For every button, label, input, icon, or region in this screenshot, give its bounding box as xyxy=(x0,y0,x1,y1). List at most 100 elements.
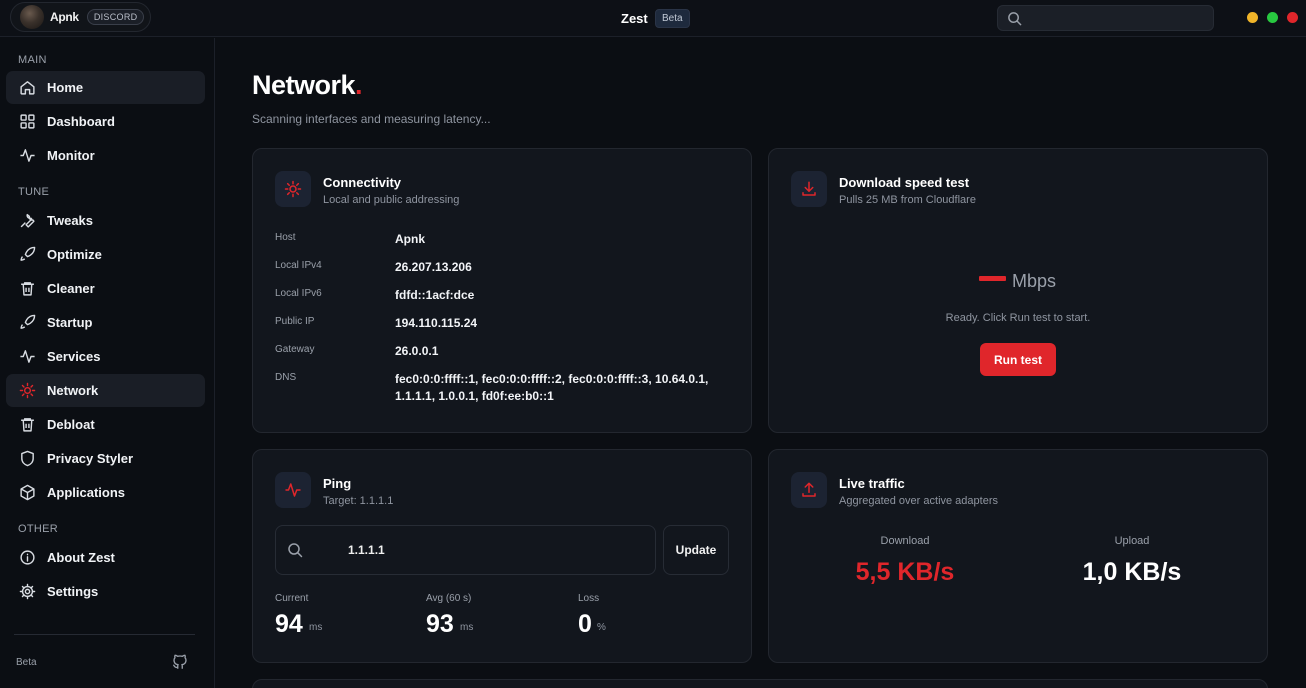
sidebar-item-label: Applications xyxy=(47,485,126,500)
sidebar-item-network[interactable]: Network xyxy=(6,374,205,407)
speed-unit: Mbps xyxy=(1012,271,1057,291)
sidebar-item-dashboard[interactable]: Dashboard xyxy=(6,105,205,138)
current-unit: ms xyxy=(309,622,323,633)
sidebar-item-settings[interactable]: Settings xyxy=(6,575,205,608)
section-label-main: MAIN xyxy=(18,54,47,66)
discord-badge[interactable]: DISCORD xyxy=(86,9,145,25)
download-value: 5,5 KB/s xyxy=(855,558,955,586)
sidebar-item-label: Optimize xyxy=(47,247,102,262)
avg-value: 93 xyxy=(426,610,454,638)
github-icon[interactable] xyxy=(171,653,189,676)
search-icon xyxy=(1007,11,1022,31)
connectivity-card: Connectivity Local and public addressing… xyxy=(252,148,752,433)
gear-icon xyxy=(18,583,36,601)
pulse-icon xyxy=(18,348,36,366)
grid-icon xyxy=(18,113,36,131)
beta-badge: Beta xyxy=(655,9,690,28)
sidebar-item-label: Tweaks xyxy=(47,213,94,228)
dns-value: fec0:0:0:ffff::1, fec0:0:0:ffff::2, fec0… xyxy=(395,372,709,403)
search-input[interactable] xyxy=(1028,9,1208,27)
shield-icon xyxy=(18,450,36,468)
sidebar-item-cleaner[interactable]: Cleaner xyxy=(6,272,205,305)
home-icon xyxy=(18,79,36,97)
speedtest-status: Ready. Click Run test to start. xyxy=(945,312,1091,324)
sidebar-item-label: Privacy Styler xyxy=(47,451,134,466)
local-ipv6-value: fdfd::1acf:dce xyxy=(395,288,475,302)
sidebar-item-startup[interactable]: Startup xyxy=(6,306,205,339)
trash-icon xyxy=(18,280,36,298)
avg-label: Avg (60 s) xyxy=(426,593,472,604)
sidebar-item-optimize[interactable]: Optimize xyxy=(6,238,205,271)
ping-target-input[interactable] xyxy=(348,541,638,559)
host-label: Host xyxy=(275,232,296,243)
sidebar-item-label: Cleaner xyxy=(47,281,95,296)
download-label: Download xyxy=(880,535,930,547)
card-subtitle: Target: 1.1.1.1 xyxy=(323,495,394,507)
next-card xyxy=(252,679,1268,688)
download-icon xyxy=(791,171,827,207)
user-name: Apnk xyxy=(50,10,79,24)
pulse-icon xyxy=(275,472,311,508)
local-ipv6-label: Local IPv6 xyxy=(275,288,322,299)
sidebar-item-label: Network xyxy=(47,383,99,398)
upload-icon xyxy=(791,472,827,508)
dns-label: DNS xyxy=(275,372,297,383)
sun-icon xyxy=(18,382,36,400)
user-profile-pill[interactable]: Apnk DISCORD xyxy=(10,2,151,32)
ping-target-field[interactable] xyxy=(275,525,656,575)
minimize-button[interactable] xyxy=(1247,12,1258,23)
current-label: Current xyxy=(275,593,309,604)
traffic-card: Live traffic Aggregated over active adap… xyxy=(768,449,1268,663)
avg-unit: ms xyxy=(460,622,474,633)
sidebar-item-label: Services xyxy=(47,349,101,364)
sidebar-item-monitor[interactable]: Monitor xyxy=(6,139,205,172)
sidebar-item-services[interactable]: Services xyxy=(6,340,205,373)
search-box[interactable] xyxy=(997,5,1214,31)
sidebar-item-privacy-styler[interactable]: Privacy Styler xyxy=(6,442,205,475)
search-icon xyxy=(287,542,303,563)
app-title: Zest xyxy=(621,11,648,26)
loss-label: Loss xyxy=(578,593,600,604)
card-title: Ping xyxy=(323,476,352,491)
public-ip-label: Public IP xyxy=(275,316,315,327)
pulse-icon xyxy=(18,147,36,165)
speedtest-card: Download speed test Pulls 25 MB from Clo… xyxy=(768,148,1268,433)
card-title: Connectivity xyxy=(323,175,402,190)
upload-label: Upload xyxy=(1114,535,1150,547)
sidebar-item-home[interactable]: Home xyxy=(6,71,205,104)
box-icon xyxy=(18,484,36,502)
run-test-button[interactable]: Run test xyxy=(980,343,1056,376)
sidebar-item-tweaks[interactable]: Tweaks xyxy=(6,204,205,237)
card-subtitle: Local and public addressing xyxy=(323,194,460,206)
page-subtitle: Scanning interfaces and measuring latenc… xyxy=(252,112,491,126)
section-label-other: OTHER xyxy=(18,523,58,535)
sidebar-divider xyxy=(14,634,195,635)
sidebar-item-label: About Zest xyxy=(47,550,115,565)
sidebar: MAIN Home Dashboard Monitor TUNE Tweaks … xyxy=(0,38,215,688)
sidebar-item-about-zest[interactable]: About Zest xyxy=(6,541,205,574)
gateway-value: 26.0.0.1 xyxy=(395,344,439,358)
local-ipv4-value: 26.207.13.206 xyxy=(395,260,472,274)
close-button[interactable] xyxy=(1287,12,1298,23)
local-ipv4-label: Local IPv4 xyxy=(275,260,322,271)
sidebar-item-label: Debloat xyxy=(47,417,95,432)
card-subtitle: Pulls 25 MB from Cloudflare xyxy=(839,194,976,206)
current-value: 94 xyxy=(275,610,303,638)
loss-unit: % xyxy=(597,622,606,633)
sidebar-item-applications[interactable]: Applications xyxy=(6,476,205,509)
card-title: Live traffic xyxy=(839,476,905,491)
trash-icon xyxy=(18,416,36,434)
avatar xyxy=(20,5,44,29)
maximize-button[interactable] xyxy=(1267,12,1278,23)
card-subtitle: Aggregated over active adapters xyxy=(839,495,998,507)
update-button[interactable]: Update xyxy=(663,525,729,575)
loss-value: 0 xyxy=(578,610,592,638)
sidebar-item-label: Monitor xyxy=(47,148,95,163)
public-ip-value: 194.110.115.24 xyxy=(395,316,478,330)
sidebar-item-debloat[interactable]: Debloat xyxy=(6,408,205,441)
speed-placeholder-dash xyxy=(979,276,1006,281)
rocket-icon xyxy=(18,246,36,264)
gateway-label: Gateway xyxy=(275,344,315,355)
speed-readout: Mbps xyxy=(979,271,1056,292)
wrench-icon xyxy=(18,212,36,230)
